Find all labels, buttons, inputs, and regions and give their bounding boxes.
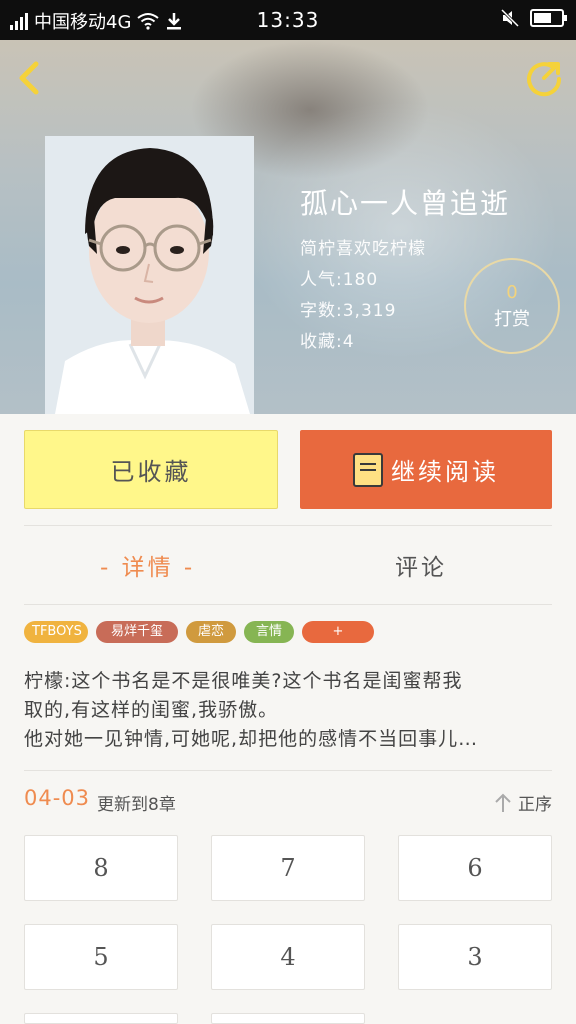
chapter-button[interactable]: 4	[211, 924, 365, 990]
add-tag-button[interactable]: +	[302, 621, 374, 643]
favorited-label: 已收藏	[110, 458, 192, 486]
tag-yanqing[interactable]: 言情	[244, 621, 294, 643]
chapter-button[interactable]: 5	[24, 924, 178, 990]
continue-reading-button[interactable]: 继续阅读	[300, 430, 552, 509]
arrow-up-icon	[495, 793, 511, 812]
tab-comments[interactable]: 评论	[395, 548, 455, 582]
divider	[24, 525, 552, 526]
favorited-button[interactable]: 已收藏	[24, 430, 278, 509]
mute-icon	[500, 8, 520, 28]
chapter-button-partial[interactable]	[211, 1013, 365, 1024]
book-description: 柠檬:这个书名是不是很唯美?这个书名是闺蜜帮我 取的,有这样的闺蜜,我骄傲。 他…	[24, 667, 554, 754]
reward-button[interactable]: 0 打赏	[464, 258, 560, 354]
description-line: 取的,有这样的闺蜜,我骄傲。	[24, 699, 279, 721]
clock: 13:33	[256, 8, 320, 32]
chapter-button[interactable]: 3	[398, 924, 552, 990]
divider	[24, 770, 552, 771]
tag-yiyangqianxi[interactable]: 易烊千玺	[96, 621, 178, 643]
share-icon[interactable]	[524, 58, 564, 98]
book-title: 孤心一人曾追逝	[300, 187, 511, 220]
sort-toggle[interactable]: 正序	[494, 790, 552, 815]
reward-label: 打赏	[494, 309, 530, 330]
update-text: 更新到8章	[97, 795, 176, 815]
status-bar: 中国移动4G 13:33	[0, 0, 576, 40]
book-cover-image	[45, 136, 254, 414]
book-author: 简柠喜欢吃柠檬	[300, 239, 426, 259]
tab-detail[interactable]: - 详情 -	[100, 548, 220, 582]
continue-reading-label: 继续阅读	[391, 458, 499, 486]
tag-tfboys[interactable]: TFBOYS	[24, 621, 88, 643]
update-date: 04-03	[24, 786, 91, 810]
chapter-button[interactable]: 6	[398, 835, 552, 901]
update-row: 04-03 更新到8章 正序	[24, 786, 552, 816]
chapter-button-partial[interactable]	[24, 1013, 178, 1024]
sort-label: 正序	[518, 795, 552, 815]
tag-list: TFBOYS 易烊千玺 虐恋 言情 +	[24, 621, 374, 643]
chapter-button[interactable]: 7	[211, 835, 365, 901]
description-line: 柠檬:这个书名是不是很唯美?这个书名是闺蜜帮我	[24, 670, 463, 692]
chapter-button[interactable]: 8	[24, 835, 178, 901]
book-header: 孤心一人曾追逝 简柠喜欢吃柠檬 人气:180 字数:3,319 收藏:4 0 打…	[0, 40, 576, 414]
battery-icon	[530, 9, 567, 27]
description-line: 他对她一见钟情,可她呢,却把他的感情不当回事儿…	[24, 728, 479, 750]
reward-count: 0	[506, 282, 518, 303]
tag-nuelian[interactable]: 虐恋	[186, 621, 236, 643]
divider	[24, 604, 552, 605]
back-arrow-icon[interactable]	[12, 58, 48, 98]
book-icon	[353, 452, 383, 487]
